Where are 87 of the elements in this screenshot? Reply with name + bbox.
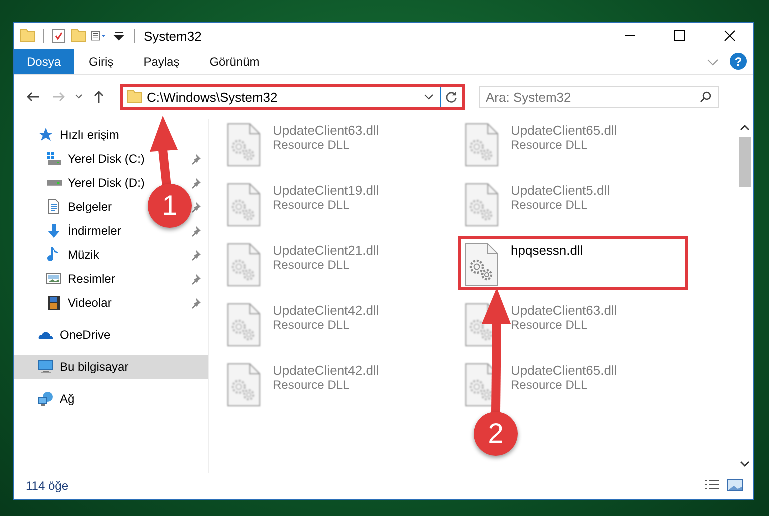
- file-type: Resource DLL: [273, 258, 351, 272]
- file-item[interactable]: UpdateClient63.dll Resource DLL: [227, 119, 380, 167]
- document-icon: [46, 199, 62, 215]
- sidebar-item[interactable]: Resimler: [68, 272, 116, 286]
- file-name: UpdateClient42.dll: [273, 363, 380, 378]
- file-item[interactable]: UpdateClient65.dll Resource DLL: [465, 119, 618, 167]
- forward-arrow-icon: [52, 90, 66, 104]
- back-arrow-icon: [26, 90, 40, 104]
- file-item[interactable]: UpdateClient21.dll Resource DLL: [227, 239, 380, 287]
- file-type: Resource DLL: [273, 198, 351, 212]
- pin-icon[interactable]: [190, 225, 202, 237]
- file-name: UpdateClient5.dll: [511, 183, 610, 198]
- file-name: UpdateClient65.dll: [511, 123, 618, 138]
- address-field[interactable]: C:\Windows\System32: [120, 84, 465, 110]
- maximize-icon: [674, 30, 686, 42]
- scroll-up-icon[interactable]: [740, 123, 750, 133]
- file-name: UpdateClient19.dll: [273, 183, 380, 198]
- settings-file-icon: [227, 183, 261, 227]
- help-button[interactable]: ?: [730, 53, 747, 70]
- settings-file-icon: [465, 183, 499, 227]
- close-icon: [724, 30, 736, 42]
- file-type: Resource DLL: [511, 138, 589, 152]
- drive-icon: [46, 151, 62, 167]
- window-title: System32: [144, 28, 203, 44]
- large-icons-view-icon[interactable]: [727, 478, 745, 494]
- up-arrow-icon: [92, 90, 106, 104]
- pin-icon[interactable]: [190, 297, 202, 309]
- pin-icon[interactable]: [190, 273, 202, 285]
- sidebar-item[interactable]: Yerel Disk (C:): [68, 152, 145, 166]
- file-item[interactable]: UpdateClient65.dll Resource DLL: [465, 359, 618, 407]
- scrollbar-thumb[interactable]: [738, 137, 750, 187]
- sidebar-item[interactable]: Ağ: [60, 392, 75, 406]
- file-tab[interactable]: Dosya: [14, 49, 74, 74]
- computer-icon: [38, 359, 54, 375]
- properties-icon[interactable]: [51, 28, 67, 44]
- ribbon-tab[interactable]: Paylaş: [128, 49, 195, 74]
- file-name: UpdateClient21.dll: [273, 243, 380, 258]
- settings-file-icon: [465, 243, 499, 287]
- file-name: UpdateClient63.dll: [511, 303, 618, 318]
- sidebar-item[interactable]: İndirmeler: [68, 224, 122, 238]
- file-type: Resource DLL: [511, 318, 589, 332]
- search-field[interactable]: Ara: System32: [479, 86, 719, 108]
- pin-icon[interactable]: [190, 201, 202, 213]
- download-icon: [46, 223, 62, 239]
- search-icon[interactable]: [700, 91, 712, 103]
- file-item[interactable]: UpdateClient42.dll Resource DLL: [227, 359, 380, 407]
- file-item[interactable]: hpqsessn.dll: [461, 239, 685, 287]
- file-type: Resource DLL: [511, 198, 589, 212]
- file-name: UpdateClient63.dll: [273, 123, 380, 138]
- file-item[interactable]: UpdateClient5.dll Resource DLL: [465, 179, 610, 227]
- star-icon: [38, 127, 54, 143]
- pin-icon[interactable]: [190, 177, 202, 189]
- sidebar-item[interactable]: Videolar: [68, 296, 112, 310]
- refresh-icon: [445, 90, 458, 104]
- item-count: 114 öğe: [26, 479, 70, 493]
- picture-icon: [46, 271, 62, 287]
- file-type: Resource DLL: [511, 378, 589, 392]
- file-item[interactable]: UpdateClient42.dll Resource DLL: [227, 299, 380, 347]
- minimize-icon: [624, 35, 636, 37]
- sidebar-item[interactable]: OneDrive: [60, 328, 111, 342]
- film-icon: [46, 295, 62, 311]
- file-type: Resource DLL: [273, 138, 351, 152]
- file-item[interactable]: UpdateClient19.dll Resource DLL: [227, 179, 380, 227]
- settings-file-icon: [465, 123, 499, 167]
- sidebar-item[interactable]: Bu bilgisayar: [14, 355, 208, 379]
- file-type: Resource DLL: [273, 318, 351, 332]
- folder-icon: [127, 89, 143, 105]
- drive-icon: [47, 180, 62, 186]
- pin-icon[interactable]: [190, 153, 202, 165]
- settings-file-icon: [227, 243, 261, 287]
- pin-icon[interactable]: [190, 249, 202, 261]
- settings-file-icon: [227, 123, 261, 167]
- settings-file-icon: [227, 303, 261, 347]
- file-type: Resource DLL: [273, 378, 351, 392]
- network-icon: [38, 391, 54, 407]
- file-name: UpdateClient42.dll: [273, 303, 380, 318]
- scroll-down-icon[interactable]: [740, 459, 750, 469]
- file-name: UpdateClient65.dll: [511, 363, 618, 378]
- sidebar-item[interactable]: Yerel Disk (D:): [68, 176, 145, 190]
- ribbon-tab[interactable]: Giriş: [74, 49, 129, 74]
- sidebar-item[interactable]: Hızlı erişim: [60, 128, 120, 142]
- ribbon-tab[interactable]: Görünüm: [194, 49, 275, 74]
- file-name: hpqsessn.dll: [511, 243, 584, 258]
- settings-file-icon: [227, 363, 261, 407]
- address-path: C:\Windows\System32: [147, 90, 279, 104]
- sidebar-item[interactable]: Müzik: [68, 248, 100, 262]
- sidebar-item[interactable]: Belgeler: [68, 200, 112, 214]
